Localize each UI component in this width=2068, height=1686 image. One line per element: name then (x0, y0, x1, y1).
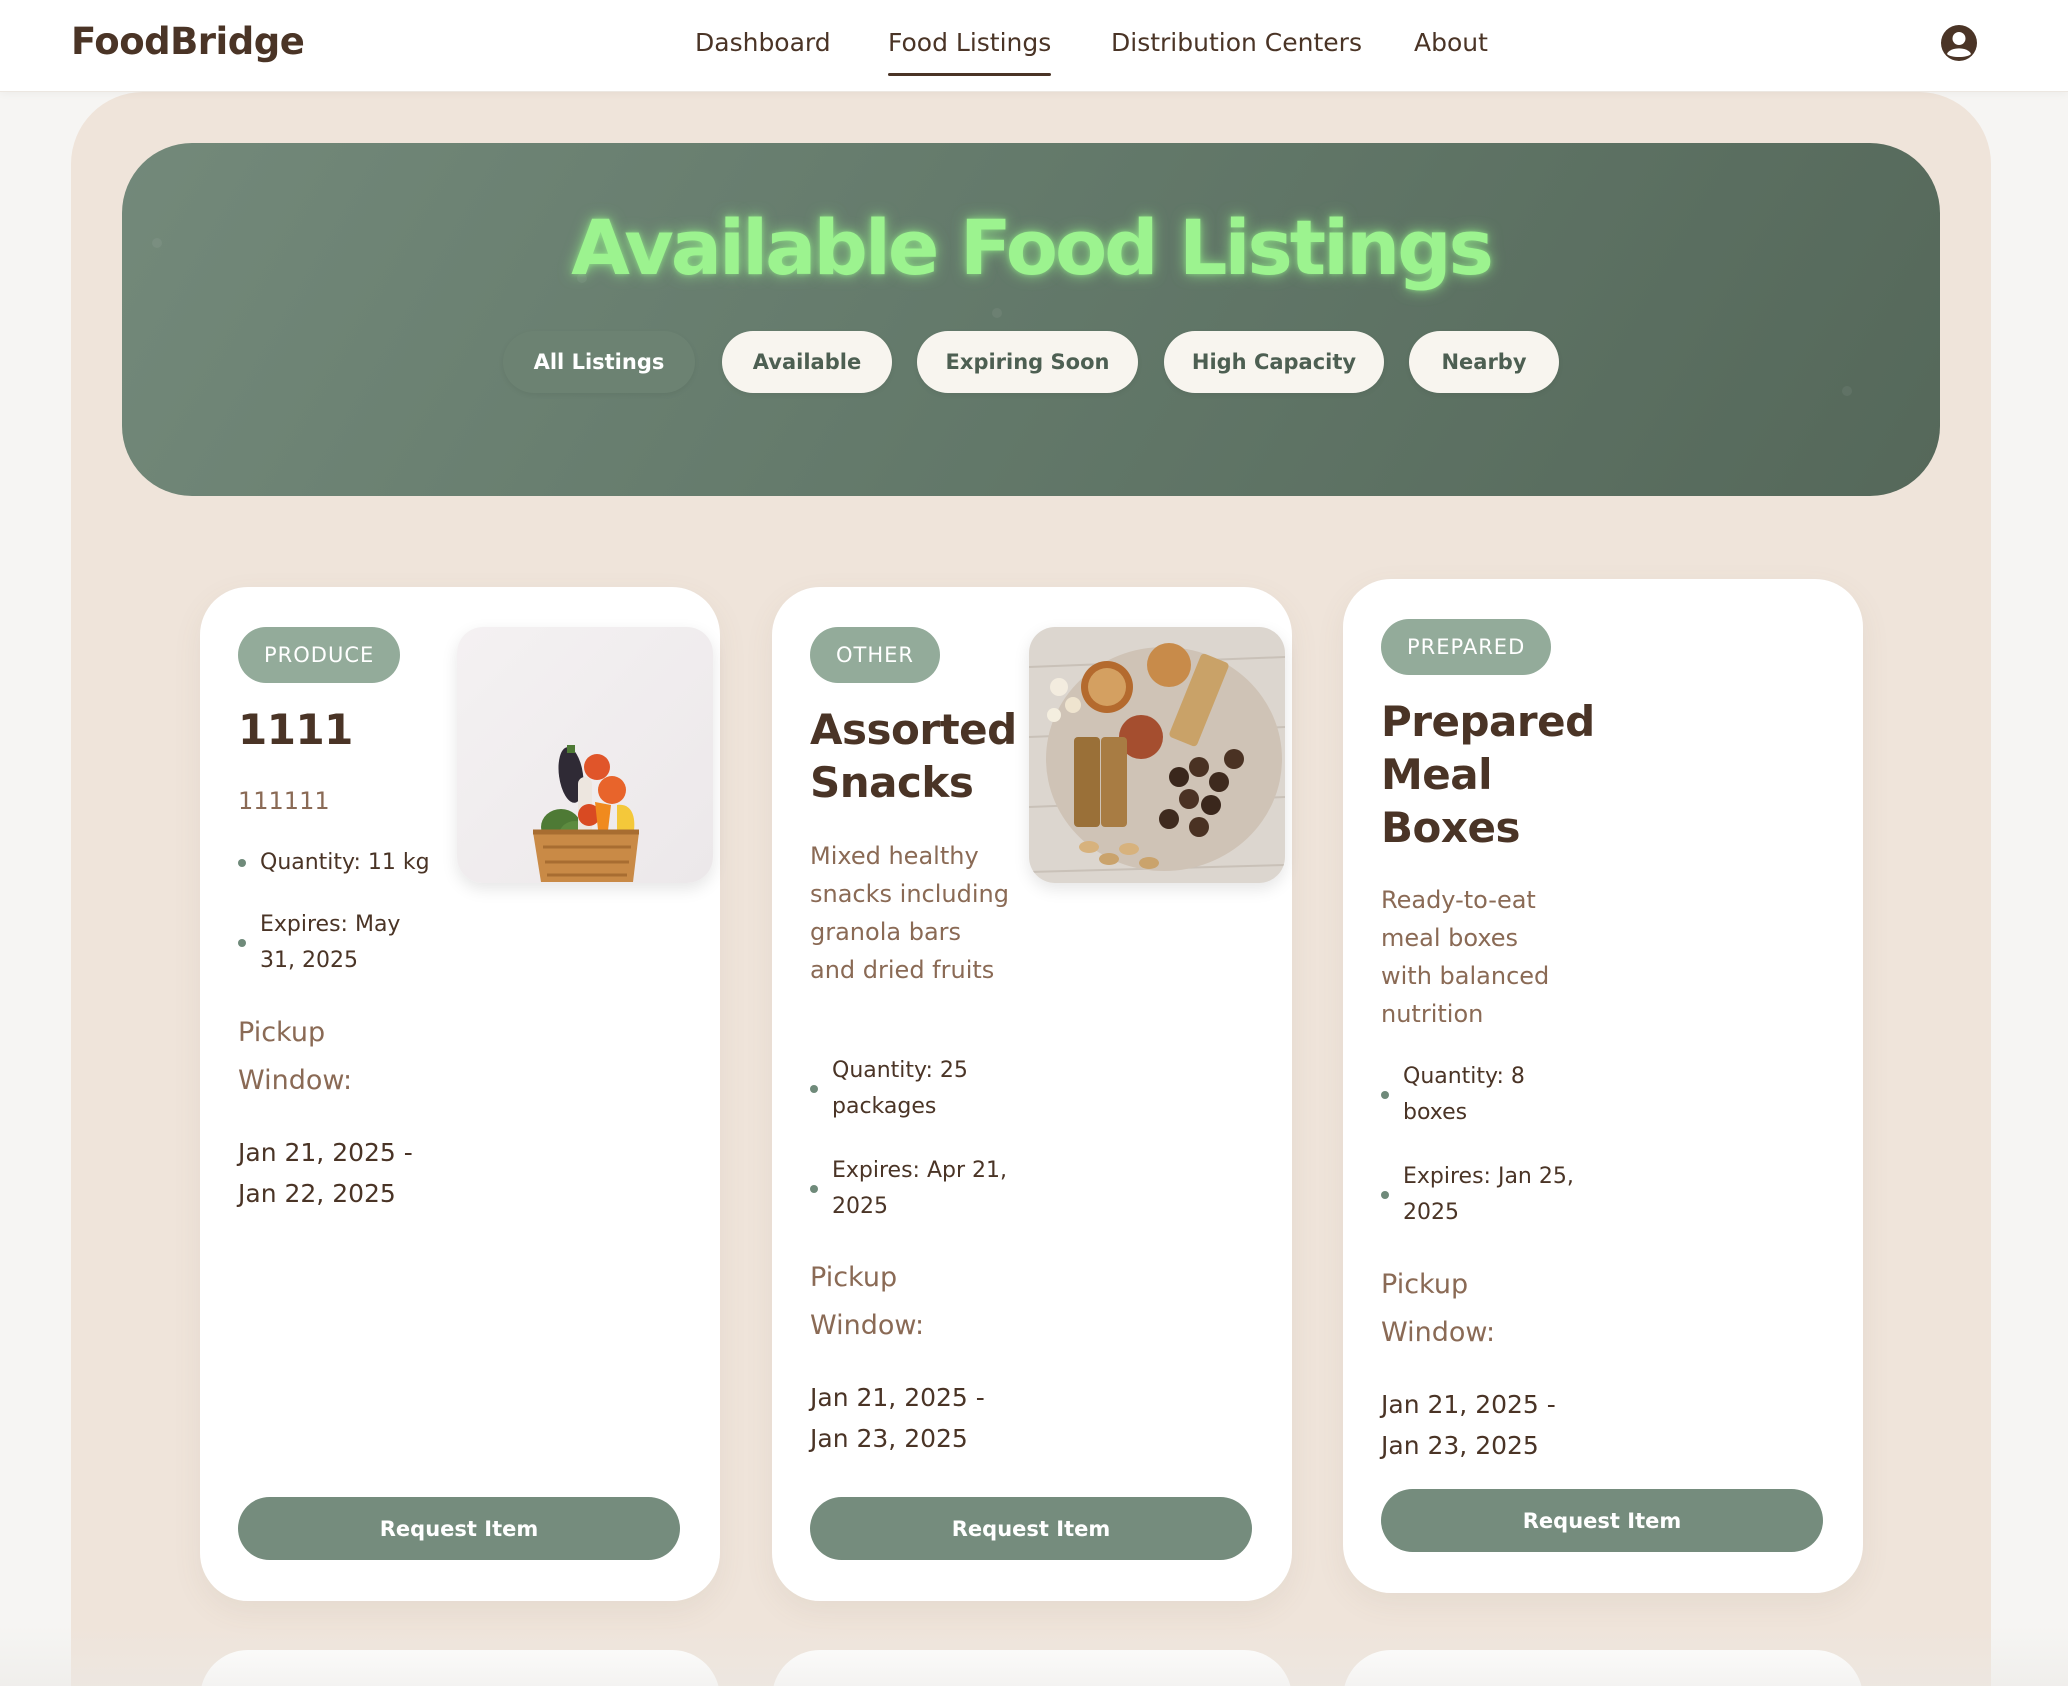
category-badge: PREPARED (1381, 619, 1552, 675)
expires-item: Expires: Apr 21, 2025 (810, 1153, 1010, 1225)
nav-item-about[interactable]: About (1414, 28, 1488, 78)
user-circle-icon[interactable] (1940, 24, 1978, 62)
pickup-window-dates: Jan 21, 2025 - Jan 23, 2025 (810, 1383, 985, 1453)
nav-item-distribution-centers[interactable]: Distribution Centers (1111, 28, 1362, 78)
quantity-text: Quantity: 25 packages (832, 1058, 968, 1119)
listing-card: PREPARED Prepared Meal Boxes Ready-to-ea… (1343, 579, 1863, 1593)
category-badge: PRODUCE (238, 627, 401, 683)
listing-title: Prepared Meal Boxes (1381, 697, 1595, 852)
quantity-text: Quantity: 8 boxes (1403, 1064, 1525, 1125)
filter-all-listings[interactable]: All Listings (503, 331, 695, 393)
quantity-text: Quantity: 11 kg (260, 850, 430, 875)
listing-description: 111111 (238, 787, 330, 815)
listing-card: OTHER Assorted Snacks Mixed healthy snac… (772, 587, 1292, 1601)
filter-expiring-soon[interactable]: Expiring Soon (917, 331, 1138, 393)
nav-item-dashboard[interactable]: Dashboard (695, 28, 831, 78)
request-item-button[interactable]: Request Item (1381, 1489, 1823, 1552)
request-item-button[interactable]: Request Item (810, 1497, 1252, 1560)
bullet-icon (810, 1085, 818, 1093)
listing-title: 1111 (238, 705, 353, 754)
listing-title: Assorted Snacks (810, 705, 1017, 807)
hero-banner: Available Food Listings All Listings Ava… (122, 143, 1940, 496)
pickup-window-label: Pickup Window: (810, 1262, 925, 1341)
snack-platter-image (1029, 627, 1285, 883)
bullet-icon (1381, 1191, 1389, 1199)
main-nav: Dashboard Food Listings Distribution Cen… (0, 0, 2068, 92)
listing-card-stub (772, 1650, 1292, 1686)
bullet-icon (238, 939, 246, 947)
top-navigation-bar: FoodBridge Dashboard Food Listings Distr… (0, 0, 2068, 92)
decorative-speck (1842, 386, 1852, 396)
expires-text: Expires: Apr 21, 2025 (832, 1158, 1008, 1219)
quantity-item: Quantity: 11 kg (238, 845, 478, 881)
expires-text: Expires: Jan 25, 2025 (1403, 1164, 1574, 1225)
filter-available[interactable]: Available (722, 331, 892, 393)
pickup-window-dates: Jan 21, 2025 - Jan 23, 2025 (1381, 1390, 1556, 1460)
listing-card-stub (1343, 1650, 1863, 1686)
expires-item: Expires: Jan 25, 2025 (1381, 1159, 1581, 1231)
nav-item-food-listings[interactable]: Food Listings (888, 28, 1052, 78)
listing-card: PRODUCE 1111 111111 Quantity: 11 kg Expi… (200, 587, 720, 1601)
pickup-window-label: Pickup Window: (1381, 1269, 1496, 1348)
quantity-item: Quantity: 25 packages (810, 1053, 1010, 1125)
pickup-window-label: Pickup Window: (238, 1017, 353, 1096)
listing-card-stub (200, 1650, 720, 1686)
bullet-icon (810, 1185, 818, 1193)
vegetable-basket-image (457, 627, 713, 883)
bullet-icon (1381, 1091, 1389, 1099)
expires-item: Expires: May 31, 2025 (238, 907, 438, 979)
listing-description: Ready-to-eat meal boxes with balanced nu… (1381, 886, 1550, 1028)
filter-nearby[interactable]: Nearby (1409, 331, 1559, 393)
filter-high-capacity[interactable]: High Capacity (1164, 331, 1384, 393)
request-item-button[interactable]: Request Item (238, 1497, 680, 1560)
bullet-icon (238, 859, 246, 867)
pickup-window-dates: Jan 21, 2025 - Jan 22, 2025 (238, 1138, 413, 1208)
listing-description: Mixed healthy snacks including granola b… (810, 842, 1009, 984)
quantity-item: Quantity: 8 boxes (1381, 1059, 1561, 1131)
decorative-speck (992, 308, 1002, 318)
expires-text: Expires: May 31, 2025 (260, 912, 401, 973)
page-title: Available Food Listings (571, 203, 1494, 292)
category-badge: OTHER (810, 627, 941, 683)
